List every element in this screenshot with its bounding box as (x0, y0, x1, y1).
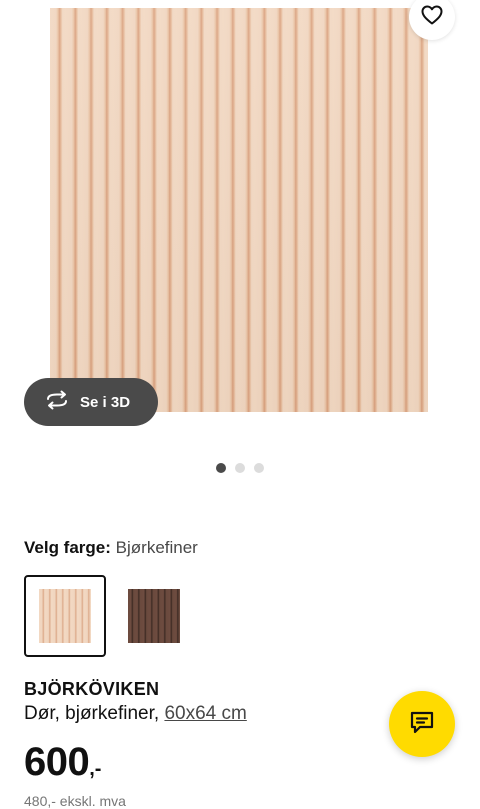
product-price: 600 ,- (24, 740, 101, 785)
view-in-3d-button[interactable]: Se i 3D (24, 378, 158, 426)
chat-icon (408, 708, 436, 741)
product-description: Dør, bjørkefiner, 60x64 cm (24, 703, 247, 725)
rotate-3d-icon (44, 390, 70, 415)
swatch-image (128, 589, 180, 643)
color-selection-label: Velg farge: Bjørkefiner (24, 538, 198, 558)
gallery-dot[interactable] (254, 463, 264, 473)
product-name: BJÖRKÖVIKEN (24, 679, 160, 699)
view-in-3d-label: Se i 3D (80, 393, 131, 411)
color-swatch-birch[interactable] (24, 575, 106, 657)
price-integer: 600 (24, 740, 90, 784)
gallery-pagination (0, 463, 480, 473)
color-swatch-dark-brown[interactable] (113, 575, 195, 657)
product-size-link[interactable]: 60x64 cm (164, 703, 246, 724)
price-ex-vat: 480,- ekskl. mva (24, 793, 126, 809)
swatch-image (39, 589, 91, 643)
color-value: Bjørkefiner (115, 538, 198, 557)
color-label: Velg farge: (24, 538, 111, 557)
product-type: Dør, bjørkefiner, (24, 703, 160, 724)
heart-icon (420, 3, 444, 32)
gallery-dot[interactable] (216, 463, 226, 473)
chat-button[interactable] (389, 691, 455, 757)
gallery-dot[interactable] (235, 463, 245, 473)
price-suffix: ,- (89, 758, 102, 780)
